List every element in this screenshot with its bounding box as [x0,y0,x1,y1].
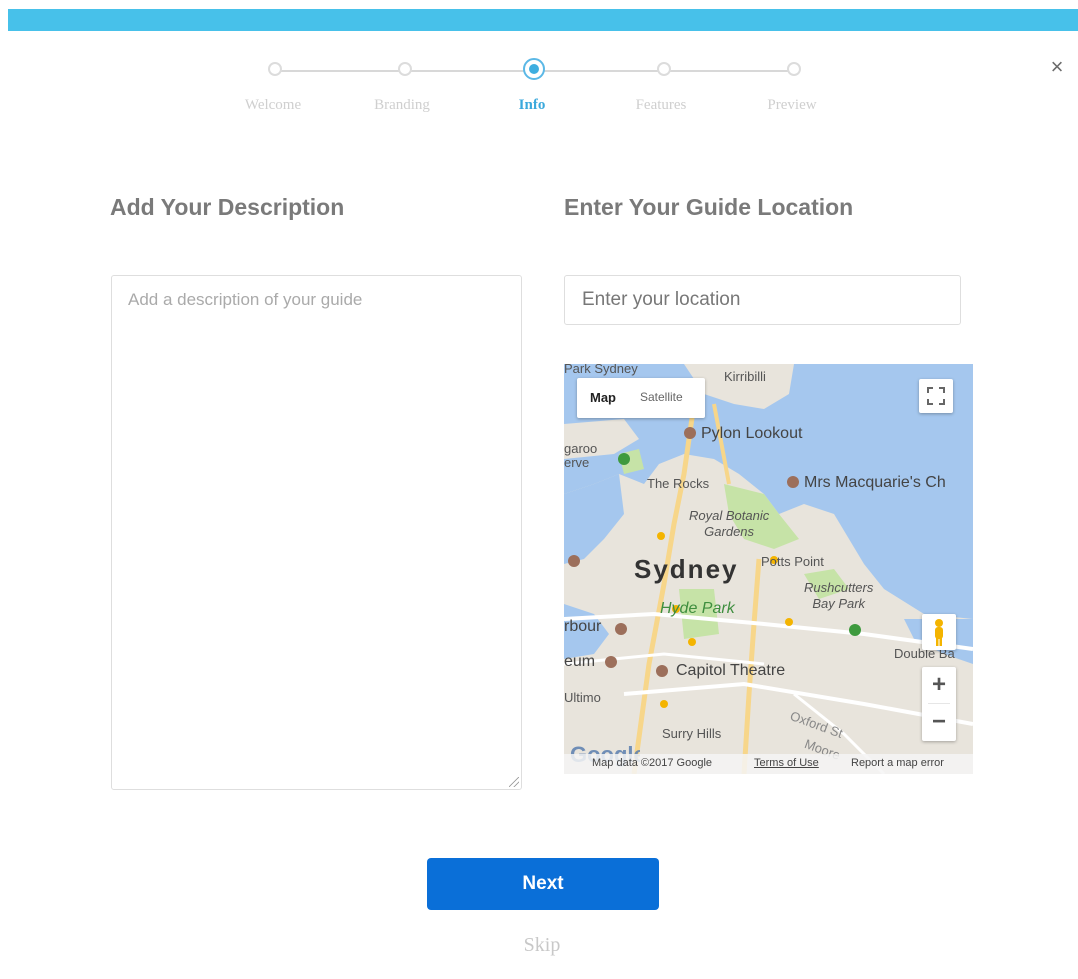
map-label-potts-point: Potts Point [761,554,824,569]
description-placeholder: Add a description of your guide [128,290,363,309]
location-placeholder: Enter your location [582,289,741,310]
step-label-branding[interactable]: Branding [342,97,462,114]
step-label-welcome[interactable]: Welcome [213,97,333,114]
map-label-rushcutters: Rushcutters Bay Park [804,580,874,611]
map-attribution-bar: Map data ©2017 Google Terms of Use Repor… [564,754,973,774]
map-label-capitol-theatre: Capitol Theatre [676,662,786,679]
step-dot-branding[interactable] [398,62,412,76]
map-label-ultimo: Ultimo [564,690,601,705]
map-label-park-sydney: Park Sydney [564,364,638,376]
description-heading: Add Your Description [110,194,345,220]
description-textarea[interactable]: Add a description of your guide [111,275,522,790]
step-label-info[interactable]: Info [472,97,592,114]
map-label-the-rocks: The Rocks [647,476,710,491]
map-type-map-button[interactable]: Map [590,390,616,405]
location-input[interactable]: Enter your location [564,275,961,325]
skip-link[interactable]: Skip [492,934,592,957]
next-button[interactable]: Next [427,858,659,910]
map-label-museum: eum [564,653,596,670]
map-type-control: Map Satellite [577,378,705,418]
map-label-sydney: Sydney [634,554,739,584]
step-dot-preview[interactable] [787,62,801,76]
map-label-harbour: rbour [564,618,602,635]
map-label-kirribilli: Kirribilli [724,369,766,384]
location-heading: Enter Your Guide Location [564,194,854,220]
zoom-in-button[interactable]: + [922,667,956,703]
map-data-credit: Map data ©2017 Google [592,757,713,769]
map-terms-link[interactable]: Terms of Use [754,757,819,769]
zoom-out-button[interactable]: − [922,704,956,740]
map-label-royal-botanic: Royal Botanic Gardens [689,508,770,539]
step-dot-features[interactable] [657,62,671,76]
step-dot-info[interactable] [523,58,545,80]
fullscreen-icon [927,387,945,405]
map-label-pylon-lookout: Pylon Lookout [701,425,803,442]
map-label-surry-hills: Surry Hills [662,726,722,741]
fullscreen-button[interactable] [919,379,953,413]
progress-stepper: Welcome Branding Info Features Preview [0,0,1078,130]
step-label-features[interactable]: Features [601,97,721,114]
map-label-mrs-macquarie: Mrs Macquarie's Ch [804,474,946,491]
location-map[interactable]: Park Sydney Kirribilli Pylon Lookout gar… [564,364,973,774]
step-label-preview[interactable]: Preview [732,97,852,114]
zoom-control: + − [922,667,956,741]
map-type-satellite-button[interactable]: Satellite [640,390,683,404]
pegman-icon [935,619,943,646]
step-dot-welcome[interactable] [268,62,282,76]
map-report-error-link[interactable]: Report a map error [851,757,944,769]
map-label-garoo-erve: garoo erve [564,441,598,470]
map-label-hyde-park: Hyde Park [660,600,735,617]
street-view-button[interactable] [922,614,956,650]
resize-grip-icon[interactable] [509,777,519,787]
